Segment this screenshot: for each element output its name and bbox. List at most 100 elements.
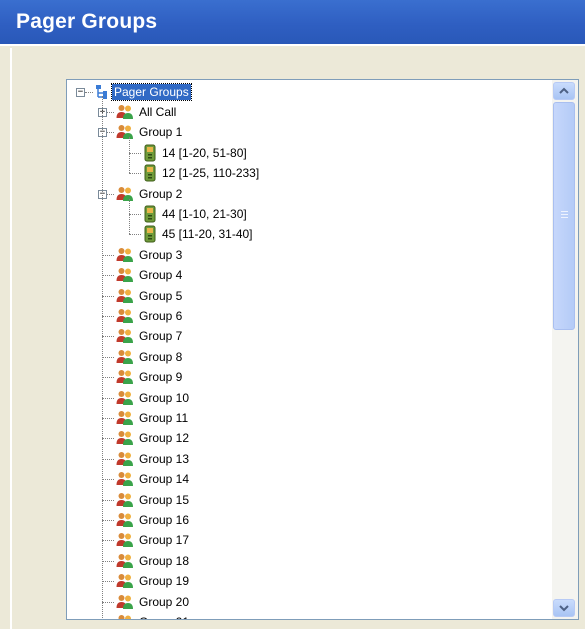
tree-connector	[102, 479, 114, 481]
tree-connector	[102, 581, 114, 583]
header-bar: Pager Groups	[0, 0, 585, 44]
people-group-icon	[116, 573, 134, 589]
tree-item-label[interactable]: Group 19	[137, 573, 191, 589]
pager-device-icon	[143, 225, 157, 243]
tree-connector	[102, 438, 114, 440]
vertical-scrollbar[interactable]	[552, 80, 578, 619]
tree-item-label[interactable]: All Call	[137, 104, 178, 120]
thumb-grip	[561, 211, 568, 212]
tree-connector	[85, 92, 93, 93]
tree-item-group[interactable]: Group 6	[116, 306, 184, 326]
pager-device-icon	[143, 144, 157, 162]
tree-connector	[102, 275, 114, 277]
tree-item-label[interactable]: Group 9	[137, 369, 184, 385]
tree-item-group[interactable]: Group 9	[116, 367, 184, 387]
tree-item-group[interactable]: Group 17	[116, 530, 191, 550]
tree-item-group[interactable]: Group 16	[116, 510, 191, 530]
tree-item-group[interactable]: Group 4	[116, 265, 184, 285]
pager-groups-tree[interactable]: − Pager Groups + All Call − Group 1 14 [1-20…	[66, 79, 579, 620]
chevron-up-icon	[559, 87, 569, 94]
tree-item-label[interactable]: 45 [11-20, 31-40]	[160, 226, 255, 242]
tree-item-label[interactable]: Group 5	[137, 288, 184, 304]
tree-item-group[interactable]: Group 2	[116, 184, 184, 204]
scroll-thumb[interactable]	[553, 102, 575, 330]
tree-item-label[interactable]: Group 17	[137, 532, 191, 548]
tree-item-group[interactable]: Group 12	[116, 428, 191, 448]
tree-item-label[interactable]: Group 14	[137, 471, 191, 487]
tree-item-group[interactable]: Group 8	[116, 347, 184, 367]
tree-item-group[interactable]: Group 7	[116, 326, 184, 346]
tree-item-group[interactable]: Group 15	[116, 490, 191, 510]
tree-connector	[102, 336, 114, 338]
tree-connector	[102, 560, 114, 562]
tree-item-group[interactable]: Group 1	[116, 122, 184, 142]
tree-item-label[interactable]: 12 [1-25, 110-233]	[160, 165, 261, 181]
tree-connector	[102, 377, 114, 379]
tree-item-label[interactable]: Group 4	[137, 267, 184, 283]
tree-item-group[interactable]: Group 10	[116, 388, 191, 408]
tree-item-pager[interactable]: 44 [1-10, 21-30]	[143, 204, 249, 224]
people-group-icon	[116, 308, 134, 324]
tree-root[interactable]: Pager Groups	[94, 82, 192, 102]
tree-item-group[interactable]: Group 5	[116, 286, 184, 306]
tree-item-label[interactable]: Group 12	[137, 430, 191, 446]
scroll-down-button[interactable]	[553, 599, 575, 617]
tree-item-pager[interactable]: 45 [11-20, 31-40]	[143, 224, 255, 244]
tree-item-label[interactable]: 44 [1-10, 21-30]	[160, 206, 249, 222]
tree-item-label[interactable]: Group 11	[137, 410, 190, 426]
tree-item-label[interactable]: 14 [1-20, 51-80]	[160, 145, 249, 161]
tree-branch-line	[129, 137, 130, 174]
tree-item-label[interactable]: Group 21	[137, 614, 191, 619]
people-group-icon	[116, 512, 134, 528]
tree-item-group[interactable]: Group 21	[116, 612, 191, 619]
tree-item-group[interactable]: Group 11	[116, 408, 190, 428]
tree-item-label[interactable]: Group 15	[137, 492, 191, 508]
tree-item-group[interactable]: Group 14	[116, 469, 191, 489]
tree-connector	[102, 540, 114, 542]
tree-item-group[interactable]: Group 20	[116, 592, 191, 612]
tree-item-label[interactable]: Group 7	[137, 328, 184, 344]
tree-item-label[interactable]: Group 8	[137, 349, 184, 365]
tree-root-label[interactable]: Pager Groups	[111, 83, 192, 101]
people-group-icon	[116, 124, 134, 140]
tree-item-label[interactable]: Group 3	[137, 247, 184, 263]
tree-item-pager[interactable]: 12 [1-25, 110-233]	[143, 163, 261, 183]
tree-item-label[interactable]: Group 1	[137, 124, 184, 140]
tree-item-group[interactable]: All Call	[116, 102, 178, 122]
chevron-down-icon	[559, 605, 569, 612]
tree-item-group[interactable]: Group 3	[116, 245, 184, 265]
people-group-icon	[116, 532, 134, 548]
pager-device-icon	[143, 205, 157, 223]
tree-item-group[interactable]: Group 18	[116, 551, 191, 571]
tree-item-pager[interactable]: 14 [1-20, 51-80]	[143, 143, 249, 163]
tree-connector	[102, 499, 114, 501]
tree-connector	[102, 254, 114, 256]
people-group-icon	[116, 267, 134, 283]
people-group-icon	[116, 247, 134, 263]
tree-root-icon	[94, 84, 112, 100]
tree-content: − Pager Groups + All Call − Group 1 14 [1-20…	[67, 80, 552, 619]
tree-connector	[102, 295, 114, 297]
tree-item-group[interactable]: Group 19	[116, 571, 191, 591]
people-group-icon	[116, 553, 134, 569]
tree-item-label[interactable]: Group 6	[137, 308, 184, 324]
tree-item-label[interactable]: Group 18	[137, 553, 191, 569]
people-group-icon	[116, 104, 134, 120]
tree-connector	[129, 173, 141, 175]
tree-item-label[interactable]: Group 10	[137, 390, 191, 406]
tree-item-label[interactable]: Group 16	[137, 512, 191, 528]
people-group-icon	[116, 349, 134, 365]
root-collapse-toggle[interactable]: −	[76, 88, 85, 97]
pager-device-icon	[143, 164, 157, 182]
people-group-icon	[116, 471, 134, 487]
tree-connector	[129, 152, 141, 154]
tree-item-group[interactable]: Group 13	[116, 449, 191, 469]
panel-edge	[10, 48, 12, 629]
people-group-icon	[116, 430, 134, 446]
tree-item-label[interactable]: Group 13	[137, 451, 191, 467]
scroll-up-button[interactable]	[553, 82, 575, 100]
tree-connector	[102, 601, 114, 603]
tree-item-label[interactable]: Group 20	[137, 594, 191, 610]
tree-item-label[interactable]: Group 2	[137, 186, 184, 202]
thumb-grip	[561, 214, 568, 215]
